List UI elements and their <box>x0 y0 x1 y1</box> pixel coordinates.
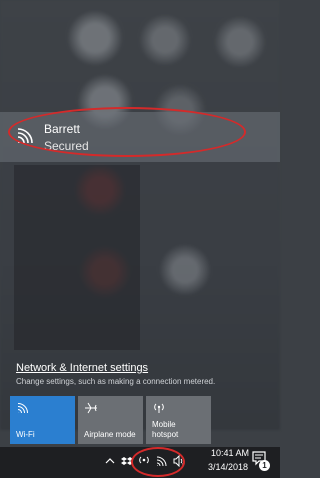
network-settings-description: Change settings, such as making a connec… <box>16 377 216 386</box>
background-window <box>14 165 140 350</box>
airplane-mode-tile-label: Airplane mode <box>84 430 136 439</box>
notification-count-badge: 1 <box>259 460 270 471</box>
hotspot-icon <box>154 403 164 413</box>
clock-time[interactable]: 10:41 AM <box>211 448 249 458</box>
annotation-circle-tray <box>131 447 185 477</box>
airplane-icon <box>85 402 97 414</box>
network-settings-link[interactable]: Network & Internet settings <box>16 362 148 374</box>
annotation-circle-network <box>8 107 246 157</box>
airplane-mode-tile[interactable]: Airplane mode <box>78 396 143 444</box>
wifi-tile[interactable]: Wi-Fi <box>10 396 75 444</box>
mobile-hotspot-tile-label: Mobile hotspot <box>152 420 179 439</box>
wifi-tile-label: Wi-Fi <box>16 430 35 439</box>
chevron-up-icon[interactable] <box>104 455 116 467</box>
clock-date[interactable]: 3/14/2018 <box>208 462 248 472</box>
wifi-icon <box>17 403 28 414</box>
mobile-hotspot-tile[interactable]: Mobile hotspot <box>146 396 211 444</box>
